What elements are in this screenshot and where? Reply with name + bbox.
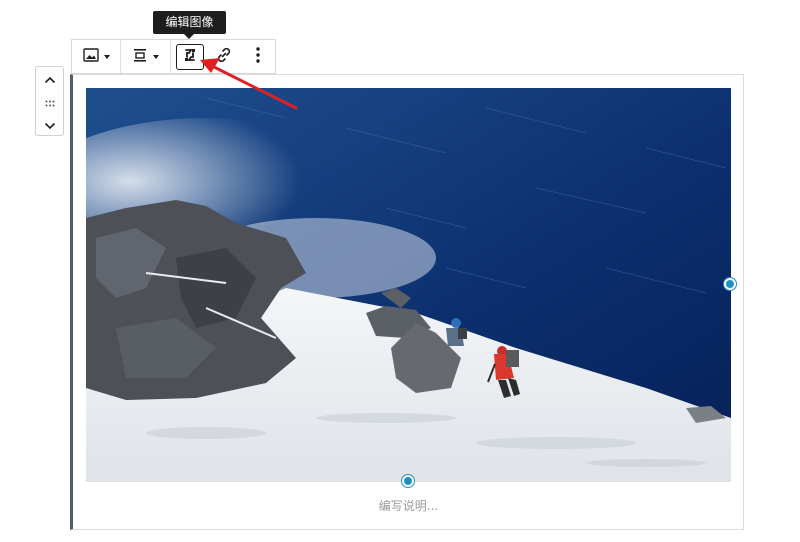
align-center-icon bbox=[132, 47, 148, 67]
edit-image-tooltip: 编辑图像 bbox=[153, 11, 226, 34]
image-icon bbox=[82, 47, 99, 67]
change-block-type-button[interactable] bbox=[72, 40, 120, 73]
block-mover bbox=[35, 66, 64, 136]
toolbar-group-actions bbox=[171, 40, 275, 73]
more-options-button[interactable] bbox=[241, 40, 275, 73]
toolbar-group-align bbox=[121, 40, 171, 73]
chevron-up-icon bbox=[44, 69, 56, 88]
edit-image-active-frame bbox=[176, 43, 204, 70]
caret-down-icon bbox=[153, 54, 159, 59]
mountain-climbers-photo bbox=[86, 88, 731, 482]
caption-input[interactable]: 编写说明... bbox=[86, 497, 731, 514]
caret-down-icon bbox=[103, 54, 110, 59]
resize-handle-right[interactable] bbox=[724, 278, 736, 290]
insert-link-button[interactable] bbox=[207, 40, 241, 73]
move-down-button[interactable] bbox=[36, 115, 63, 133]
block-toolbar bbox=[71, 39, 276, 74]
block-image[interactable] bbox=[86, 88, 731, 482]
edit-image-icon bbox=[182, 47, 198, 67]
link-icon bbox=[215, 46, 233, 68]
resize-handle-bottom[interactable] bbox=[402, 475, 414, 487]
more-vertical-icon bbox=[255, 46, 261, 68]
toolbar-group-type bbox=[72, 40, 121, 73]
drag-handle-icon bbox=[45, 92, 55, 111]
move-up-button[interactable] bbox=[36, 69, 63, 87]
chevron-down-icon bbox=[44, 115, 56, 134]
drag-handle[interactable] bbox=[36, 93, 63, 109]
edit-image-button[interactable] bbox=[173, 40, 207, 73]
editor-canvas: 编辑图像 编写说明... bbox=[0, 0, 800, 542]
change-alignment-button[interactable] bbox=[121, 40, 170, 73]
